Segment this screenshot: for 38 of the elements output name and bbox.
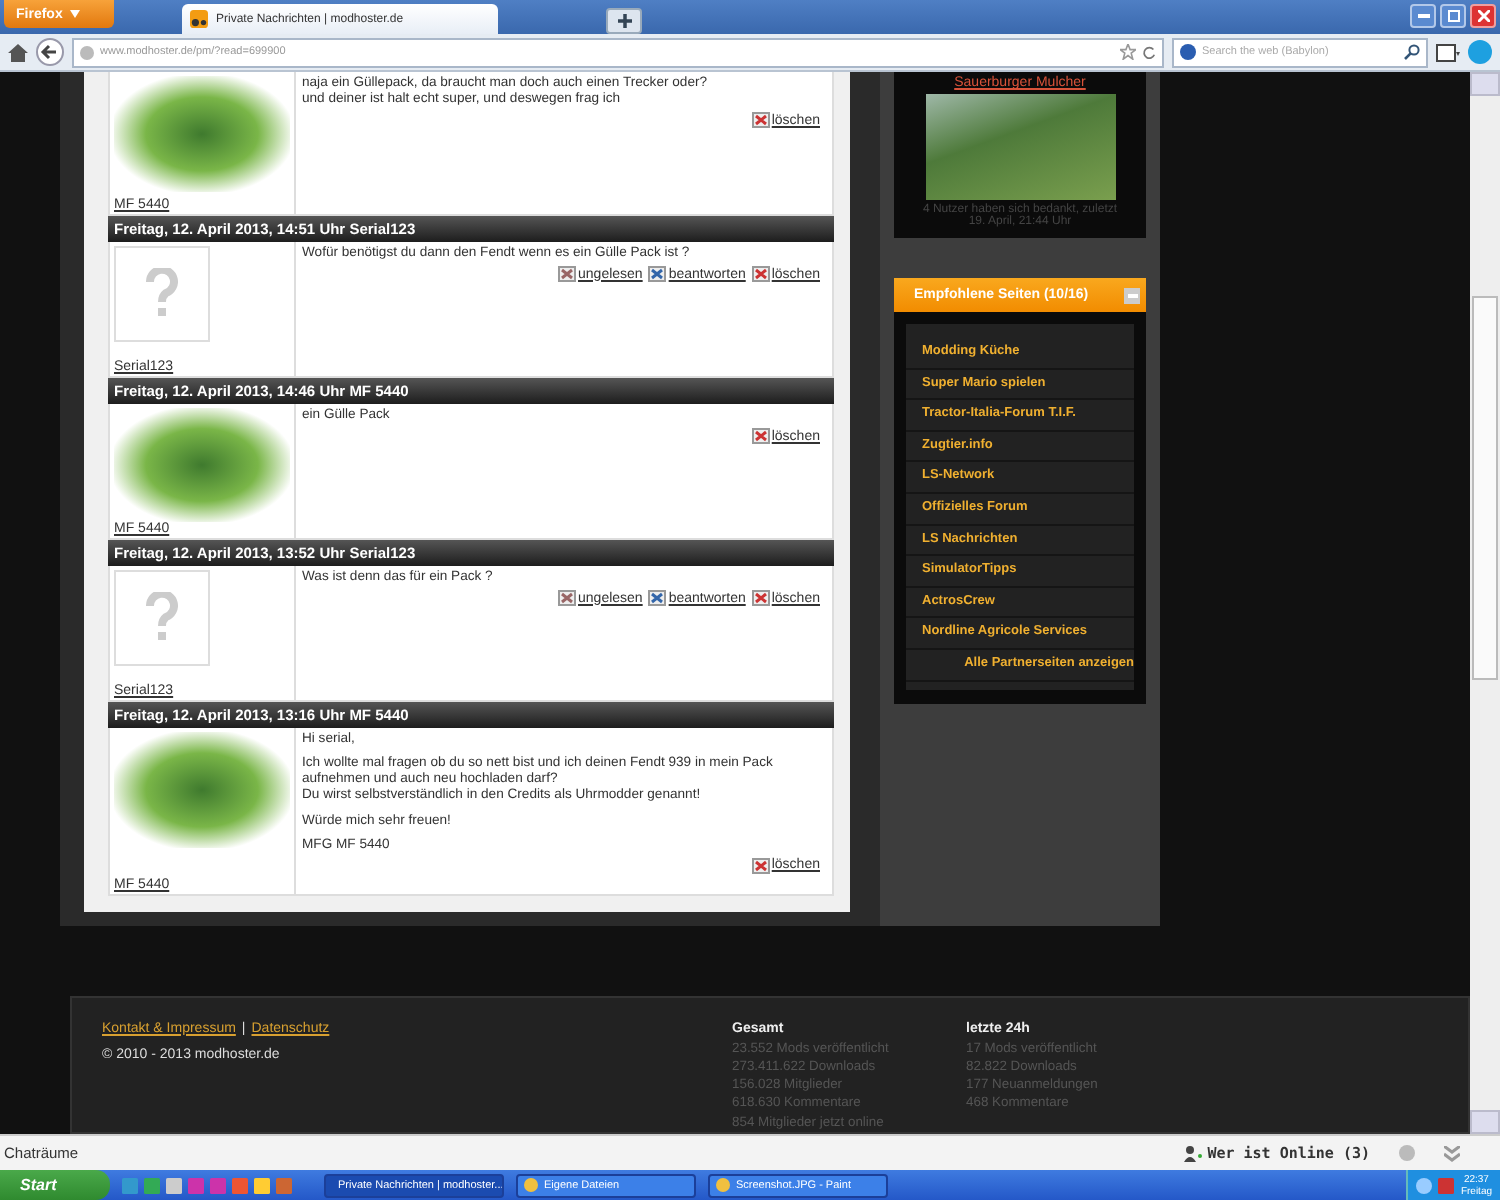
close-icon: [1477, 10, 1489, 22]
scroll-down-button[interactable]: [1470, 1110, 1500, 1134]
close-button[interactable]: [1470, 4, 1496, 28]
caret-icon: [70, 10, 81, 18]
bookmarks-button[interactable]: [1436, 43, 1460, 61]
delete-icon: [751, 857, 770, 874]
plus-icon: [617, 14, 631, 28]
new-tab-button[interactable]: [606, 8, 642, 34]
scrollbar[interactable]: [1470, 72, 1500, 1134]
back-button[interactable]: [36, 38, 64, 66]
question-mark-icon: [146, 268, 178, 320]
minimize-chat-button[interactable]: [1444, 1145, 1460, 1161]
restore-icon: [1447, 10, 1459, 22]
delete-icon: [751, 112, 770, 129]
user-icon: [1183, 1145, 1202, 1161]
question-mark-icon: [146, 592, 178, 644]
start-button[interactable]: Start: [0, 1170, 110, 1200]
home-button[interactable]: [8, 43, 28, 61]
scroll-up-button[interactable]: [1470, 72, 1500, 96]
home-icon: [8, 43, 28, 61]
search-icon: [1404, 44, 1420, 60]
delete-icon: [751, 590, 770, 607]
delete-icon: [751, 266, 770, 283]
site-icon: [190, 10, 208, 28]
bookmarks-icon: [1436, 43, 1460, 61]
minus-icon: [1127, 293, 1137, 297]
delete-icon: [751, 428, 770, 445]
minimize-icon: [1417, 14, 1429, 18]
back-arrow-icon: [36, 38, 64, 66]
minimize-button[interactable]: [1410, 4, 1436, 28]
app-icon: [524, 1178, 538, 1192]
refresh-icon: [1142, 45, 1156, 59]
chevron-down-icon: [1444, 1145, 1460, 1161]
scroll-thumb[interactable]: [1472, 296, 1498, 680]
collapse-button[interactable]: [1124, 287, 1140, 303]
restore-button[interactable]: [1440, 4, 1466, 28]
star-icon: [1120, 44, 1136, 60]
app-icon: [716, 1178, 730, 1192]
